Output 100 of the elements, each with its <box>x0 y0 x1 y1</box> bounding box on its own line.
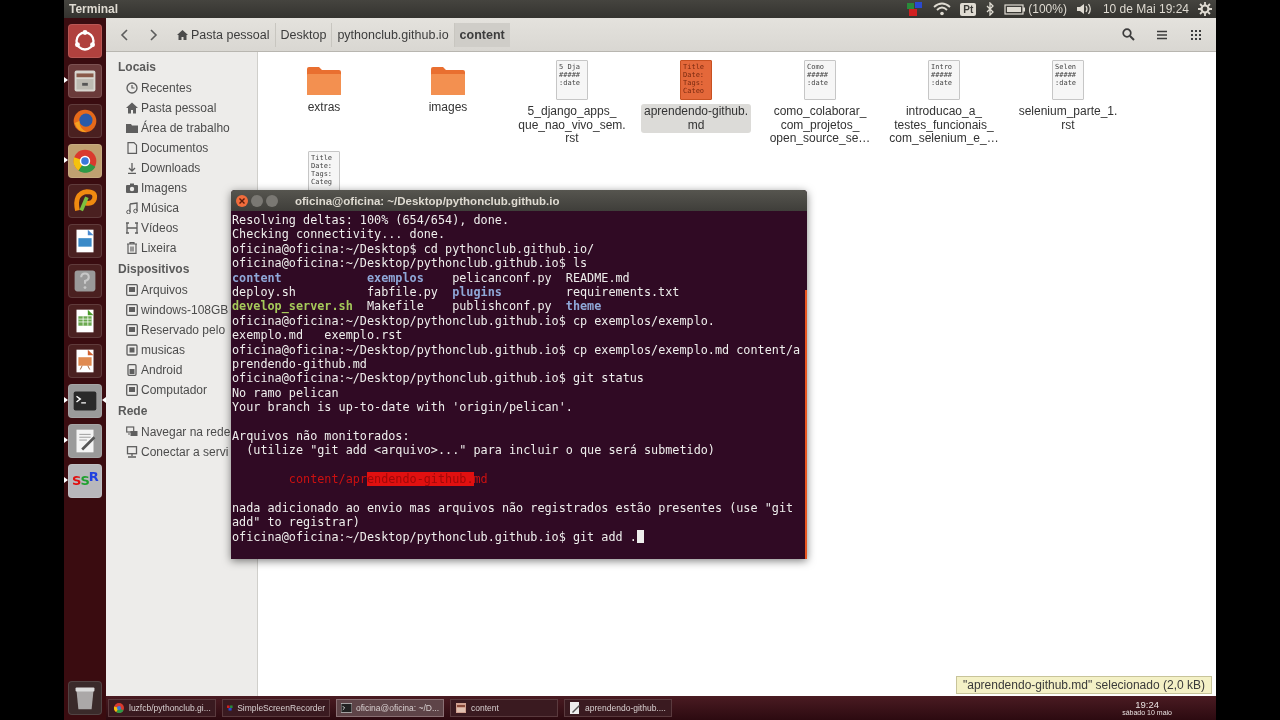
section-heading: Rede <box>118 403 148 420</box>
sidebar-item[interactable]: Música <box>118 198 179 218</box>
drive-icon <box>126 324 138 336</box>
monitor-icon <box>126 446 138 458</box>
file-name[interactable]: introducao_a_ testes_funcionais_ com_selenium_e_… <box>886 104 1002 147</box>
ssr-tray-icon[interactable] <box>906 2 925 16</box>
menu-icon <box>1156 29 1168 40</box>
file-name[interactable]: selenium_parte_1. rst <box>1015 104 1121 133</box>
terminal-text: oficina@oficina:~/Desktop/pythonclub.github.io$ git add . <box>232 529 637 544</box>
folder-icon <box>126 122 138 134</box>
sidebar-item[interactable]: Documentos <box>118 138 209 158</box>
terminal-icon <box>341 702 352 714</box>
settings-icon[interactable] <box>1198 2 1212 16</box>
sidebar-item[interactable]: Lixeira <box>118 238 177 258</box>
launcher-button[interactable] <box>68 343 102 378</box>
folder-icon[interactable] <box>306 66 342 96</box>
sidebar-item[interactable]: windows-108GB <box>118 300 229 320</box>
clock-icon <box>126 82 138 94</box>
terminal-text: No ramo pelican <box>232 385 339 401</box>
clock-time: 19:24 <box>1134 699 1160 710</box>
taskbar-item[interactable]: content <box>450 699 558 717</box>
pencil-document-icon <box>569 702 581 714</box>
launcher-button[interactable] <box>68 680 102 715</box>
launcher-button[interactable] <box>68 143 102 178</box>
battery-icon[interactable] <box>1004 3 1027 15</box>
taskbar-item[interactable]: oficina@oficina: ~/D... <box>336 699 444 717</box>
launcher-button[interactable] <box>68 423 102 458</box>
wifi-icon[interactable] <box>933 2 952 16</box>
terminal-text: README.md <box>565 270 631 285</box>
terminal-text: nada adicionado ao envio mas arquivos não registrados estão presentes (use "git <box>232 500 794 516</box>
launcher-button[interactable] <box>68 183 102 218</box>
camera-icon <box>126 182 138 194</box>
sidebar-item[interactable]: Área de trabalho <box>118 118 230 138</box>
terminal-text: oficina@oficina:~/Desktop/pythonclub.github.io$ ls <box>232 256 588 271</box>
taskbar-item[interactable]: luzfcb/pythonclub.gi... <box>108 699 216 717</box>
download-icon <box>126 162 138 174</box>
sidebar-item[interactable]: Arquivos <box>118 280 188 300</box>
sidebar-item[interactable]: Computador <box>118 380 208 400</box>
music-note-icon <box>126 202 138 214</box>
sidebar-item[interactable]: Navegar na rede <box>118 422 231 442</box>
bluetooth-icon[interactable] <box>985 2 996 16</box>
speaker-icon[interactable] <box>1075 2 1094 16</box>
network-icon <box>126 426 138 438</box>
launcher-button[interactable] <box>68 383 102 418</box>
sidebar-item[interactable]: Recentes <box>118 78 192 98</box>
terminal-text: exemplos <box>366 270 425 285</box>
drive-icon <box>126 304 138 316</box>
ssr-tray-icon <box>227 702 234 714</box>
keyboard-layout-indicator[interactable]: Pt <box>960 2 977 16</box>
terminal-text: requirements.txt <box>565 284 681 300</box>
chevron-right-icon <box>148 28 158 41</box>
file-name[interactable]: 5_django_apps_ que_nao_vivo_sem. rst <box>515 104 629 147</box>
terminal-text: Checking connectivity... done. <box>232 227 446 242</box>
terminal-text: develop_server.sh <box>232 299 354 314</box>
launcher-button[interactable] <box>68 223 102 258</box>
terminal-text: oficina@oficina:~/Desktop/pythonclub.github.io$ cp exemplos/exemplo.md content/a <box>232 342 801 357</box>
battery-percentage: (100%) <box>1028 2 1067 16</box>
file-name[interactable]: aprendendo-github. md <box>640 104 752 133</box>
file-name[interactable]: como_colaborar_ com_projetos_ open_source_se… <box>766 104 874 147</box>
file-name[interactable]: extras <box>304 100 344 116</box>
launcher-button[interactable] <box>68 263 102 298</box>
terminal-text: Resolving deltas: 100% (654/654), done. <box>232 213 509 228</box>
launcher-button[interactable] <box>68 23 102 58</box>
clock-text[interactable]: 10 de Mai 19:24 <box>1102 2 1189 16</box>
launcher-button[interactable] <box>68 63 102 98</box>
terminal-text: prendendo-github.md <box>232 356 367 372</box>
terminal-text: fabfile.py <box>366 284 439 300</box>
terminal-text: oficina@oficina:~/Desktop$ cd pythonclub.github.io/ <box>232 241 595 257</box>
folder-icon[interactable] <box>430 66 466 96</box>
taskbar-item[interactable]: SimpleScreenRecorder <box>222 699 330 717</box>
launcher-button[interactable] <box>68 303 102 338</box>
window-title: Terminal <box>69 2 119 16</box>
terminal-text: plugins <box>452 284 502 300</box>
film-icon <box>126 222 138 234</box>
terminal-text: publishconf.py <box>452 299 553 314</box>
sidebar-item[interactable]: Conectar a servi <box>118 442 229 462</box>
grid-icon <box>1191 29 1201 40</box>
file-name[interactable]: images <box>425 100 471 116</box>
path-button[interactable]: pythonclub.github.io <box>332 22 455 47</box>
taskbar-item[interactable]: aprendendo-github.... <box>564 699 672 717</box>
sidebar-item[interactable]: Pasta pessoal <box>118 98 217 118</box>
path-button[interactable]: content <box>454 22 510 47</box>
close-button[interactable] <box>236 194 248 207</box>
terminal-text: Arquivos não monitorados: <box>232 428 410 444</box>
drawer-icon <box>455 702 467 714</box>
sidebar-item[interactable]: Reservado pelo <box>118 320 226 340</box>
launcher-button[interactable]: SSR <box>68 463 102 498</box>
sidebar-item[interactable]: Android <box>118 360 183 380</box>
launcher-button[interactable] <box>68 103 102 138</box>
sidebar-item[interactable]: Vídeos <box>118 218 179 238</box>
tricolor-circle-icon <box>113 702 125 714</box>
drive-icon <box>126 284 138 296</box>
window-title: oficina@oficina: ~/Desktop/pythonclub.github.io <box>295 194 560 207</box>
sidebar-item[interactable]: Downloads <box>118 158 201 178</box>
path-button[interactable]: Pasta pessoal <box>172 22 276 47</box>
section-heading: Locais <box>118 59 156 76</box>
sidebar-item[interactable]: musicas <box>118 340 185 360</box>
terminal-text: Makefile <box>366 299 425 314</box>
path-button[interactable]: Desktop <box>275 22 333 47</box>
sidebar-item[interactable]: Imagens <box>118 178 188 198</box>
